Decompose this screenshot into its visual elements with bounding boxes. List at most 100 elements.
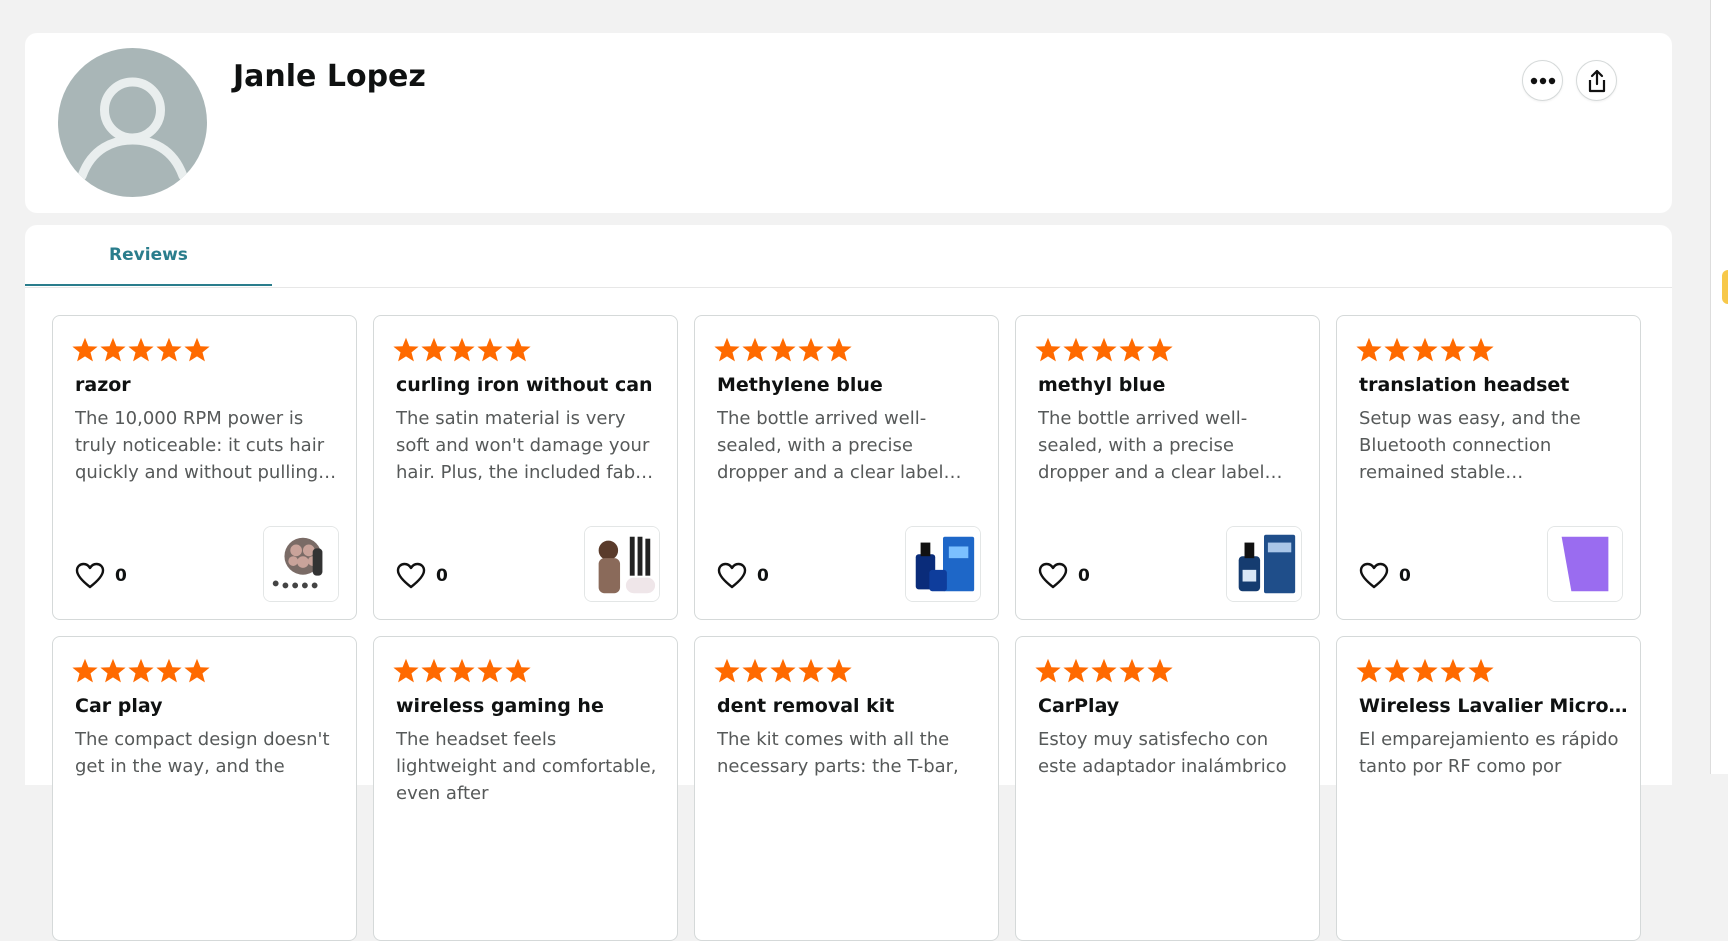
heart-icon <box>396 562 426 589</box>
star-icon <box>1063 658 1089 683</box>
star-icon <box>1035 658 1061 683</box>
review-card[interactable]: translation headset Setup was easy, and t… <box>1336 315 1641 620</box>
star-icon <box>477 337 503 362</box>
star-icon <box>1356 337 1382 362</box>
reviews-section: Reviews razor The 10,000 RPM power is tru… <box>25 225 1672 941</box>
star-rating <box>713 336 853 364</box>
review-card[interactable]: methyl blue The bottle arrived well-seale… <box>1015 315 1320 620</box>
review-body: The bottle arrived well-sealed, with a p… <box>717 408 962 483</box>
review-body: The satin material is very soft and won'… <box>396 408 658 483</box>
star-icon <box>72 337 98 362</box>
share-icon <box>1588 69 1605 92</box>
review-card[interactable]: curling iron without can The satin materi… <box>373 315 678 620</box>
review-body: The bottle arrived well-sealed, with a p… <box>1038 408 1283 483</box>
star-rating <box>713 657 853 685</box>
product-image <box>264 527 338 601</box>
profile-name: Janle Lopez <box>233 59 426 94</box>
star-icon <box>421 337 447 362</box>
star-icon <box>72 658 98 683</box>
like-count: 0 <box>436 566 448 586</box>
review-card[interactable]: razor The 10,000 RPM power is truly notic… <box>52 315 357 620</box>
review-title[interactable]: Methylene blue <box>717 374 987 396</box>
like-button[interactable]: 0 <box>1038 562 1090 590</box>
review-card[interactable]: dent removal kit The kit comes with all t… <box>694 636 999 941</box>
review-body: El emparejamiento es rápido tanto por RF… <box>1359 729 1619 777</box>
heart-icon <box>75 562 105 589</box>
review-title[interactable]: translation headset <box>1359 374 1629 396</box>
profile-page: Janle Lopez Reviews razor The 10,000 RPM … <box>0 0 1728 941</box>
star-icon <box>156 337 182 362</box>
heart-icon <box>717 562 747 589</box>
star-icon <box>714 658 740 683</box>
avatar <box>58 48 207 197</box>
star-icon <box>826 337 852 362</box>
more-options-button[interactable] <box>1522 60 1563 101</box>
like-button[interactable]: 0 <box>75 562 127 590</box>
review-card[interactable]: wireless gaming he The headset feels ligh… <box>373 636 678 941</box>
star-icon <box>1147 658 1173 683</box>
star-icon <box>477 658 503 683</box>
star-rating <box>1355 657 1495 685</box>
star-icon <box>1091 658 1117 683</box>
like-count: 0 <box>757 566 769 586</box>
star-icon <box>505 658 531 683</box>
star-icon <box>1384 658 1410 683</box>
star-icon <box>1440 337 1466 362</box>
tab-reviews[interactable]: Reviews <box>25 225 272 286</box>
star-icon <box>393 658 419 683</box>
star-rating <box>1034 657 1174 685</box>
tabs-bar: Reviews <box>25 225 1672 288</box>
scrollbar[interactable] <box>1710 0 1728 774</box>
star-icon <box>1412 337 1438 362</box>
more-horizontal-icon <box>1530 77 1555 84</box>
star-icon <box>128 658 154 683</box>
star-icon <box>826 658 852 683</box>
razor-product-thumbnail[interactable] <box>263 526 339 602</box>
like-button[interactable]: 0 <box>717 562 769 590</box>
star-rating <box>71 336 211 364</box>
review-title[interactable]: wireless gaming he <box>396 695 666 717</box>
star-icon <box>100 337 126 362</box>
review-card[interactable]: CarPlay Estoy muy satisfecho con este ada… <box>1015 636 1320 941</box>
star-icon <box>1091 337 1117 362</box>
like-count: 0 <box>115 566 127 586</box>
like-button[interactable]: 0 <box>1359 562 1411 590</box>
review-card[interactable]: Wireless Lavalier Microp… El emparejamien… <box>1336 636 1641 941</box>
star-rating <box>1355 336 1495 364</box>
methylene-blue-thumbnail[interactable] <box>905 526 981 602</box>
review-title[interactable]: dent removal kit <box>717 695 987 717</box>
star-icon <box>1412 658 1438 683</box>
product-image <box>585 527 659 601</box>
methyl-blue-thumbnail[interactable] <box>1226 526 1302 602</box>
review-body: The compact design doesn't get in the wa… <box>75 729 330 777</box>
review-title[interactable]: Wireless Lavalier Microp… <box>1359 695 1629 717</box>
star-icon <box>1440 658 1466 683</box>
like-count: 0 <box>1399 566 1411 586</box>
like-button[interactable]: 0 <box>396 562 448 590</box>
review-body: The headset feels lightweight and comfor… <box>396 729 657 804</box>
review-title[interactable]: curling iron without can <box>396 374 666 396</box>
review-body: The 10,000 RPM power is truly noticeable… <box>75 408 337 483</box>
star-icon <box>393 337 419 362</box>
review-card[interactable]: Car play The compact design doesn't get i… <box>52 636 357 941</box>
star-icon <box>449 337 475 362</box>
review-card[interactable]: Methylene blue The bottle arrived well-se… <box>694 315 999 620</box>
share-button[interactable] <box>1576 60 1617 101</box>
review-title[interactable]: razor <box>75 374 345 396</box>
star-icon <box>714 337 740 362</box>
like-count: 0 <box>1078 566 1090 586</box>
review-title[interactable]: Car play <box>75 695 345 717</box>
star-icon <box>128 337 154 362</box>
headset-thumbnail[interactable] <box>1547 526 1623 602</box>
floating-widget[interactable] <box>1722 270 1728 304</box>
review-title[interactable]: CarPlay <box>1038 695 1308 717</box>
review-title[interactable]: methyl blue <box>1038 374 1308 396</box>
star-icon <box>505 337 531 362</box>
star-rating <box>392 657 532 685</box>
star-icon <box>1147 337 1173 362</box>
curling-product-thumbnail[interactable] <box>584 526 660 602</box>
star-icon <box>1356 658 1382 683</box>
product-image <box>1227 527 1301 601</box>
star-rating <box>1034 336 1174 364</box>
star-icon <box>184 337 210 362</box>
